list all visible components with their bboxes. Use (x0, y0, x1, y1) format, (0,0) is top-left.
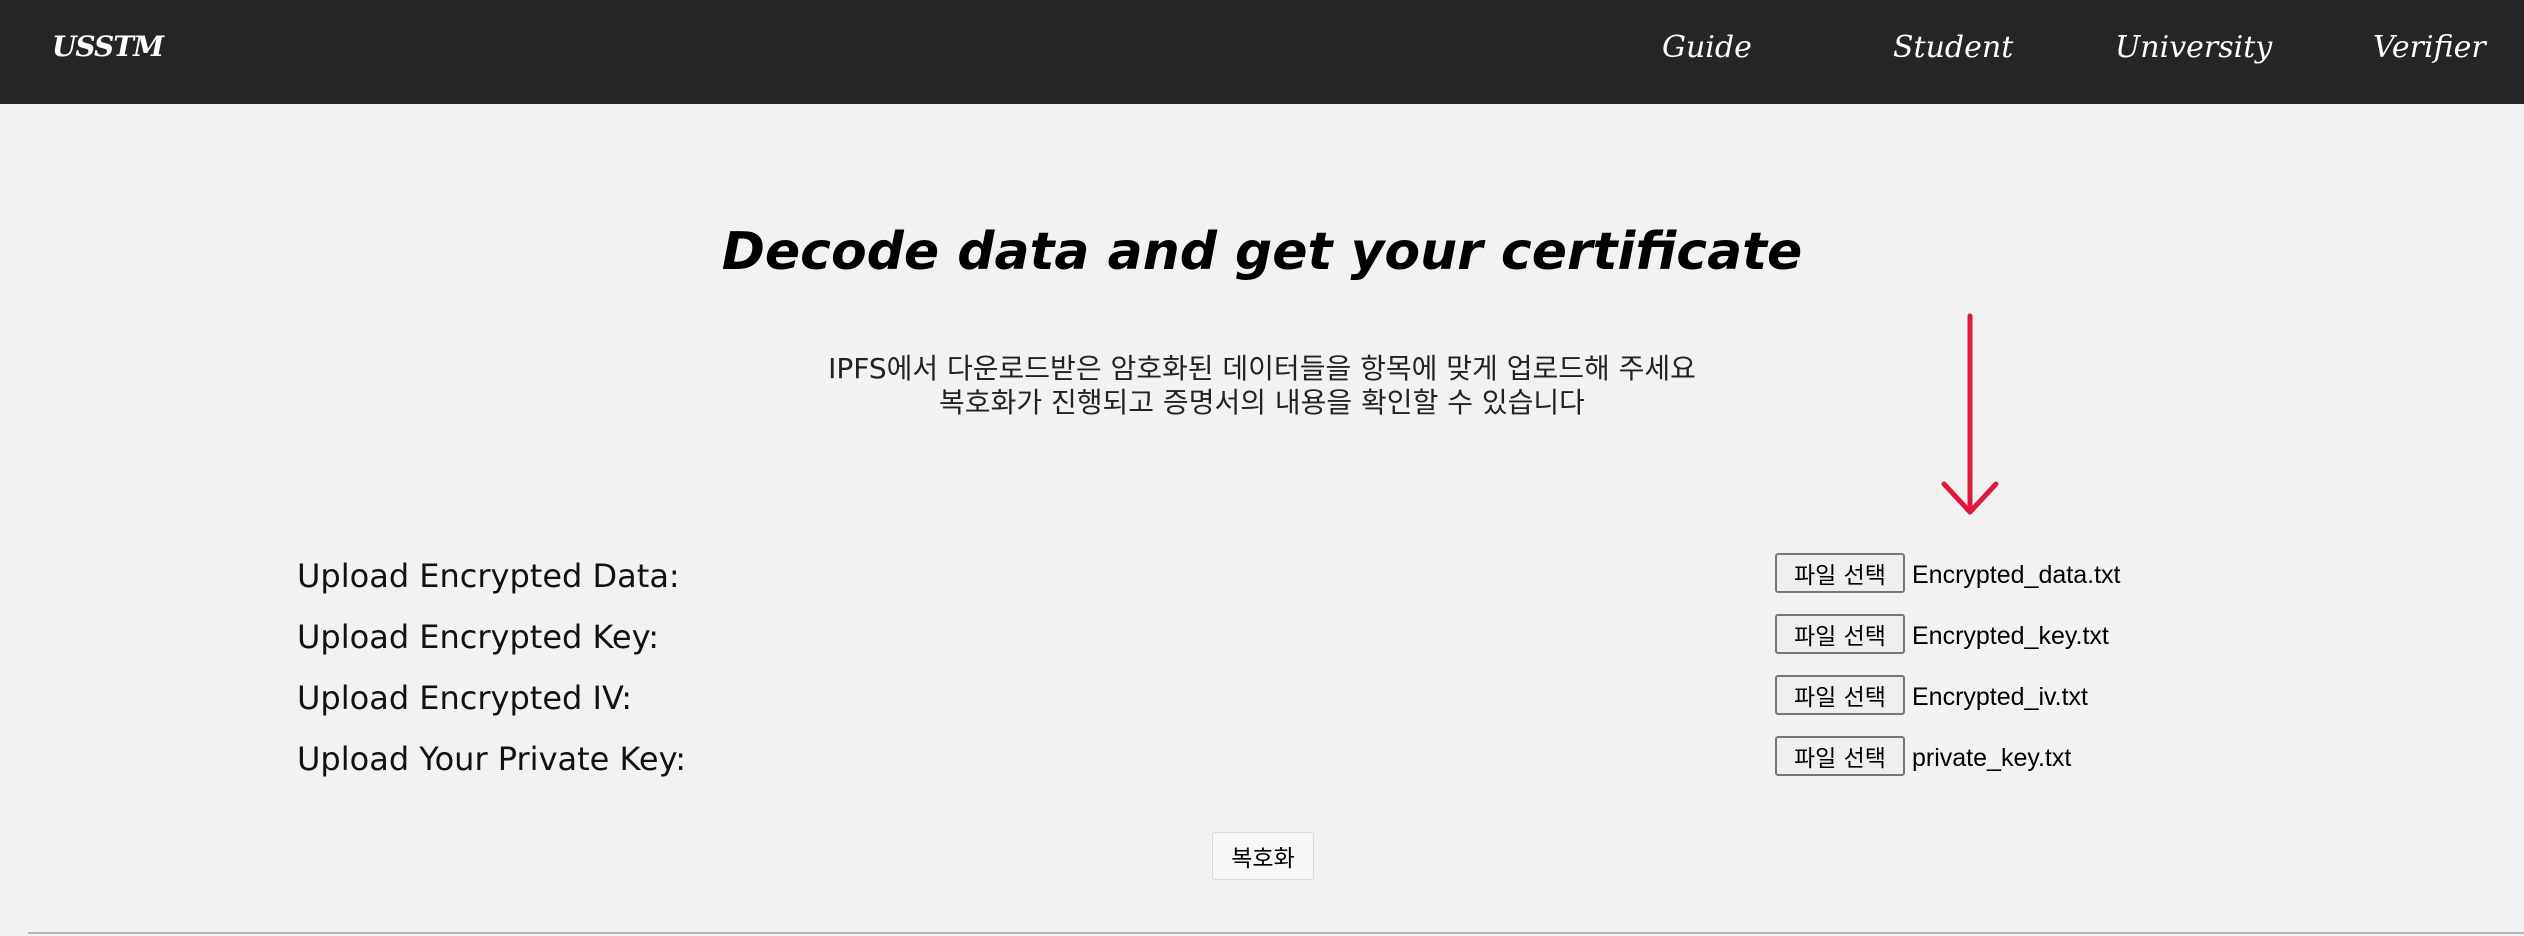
arrow-down-icon (1941, 313, 1999, 515)
upload-row-encrypted-data: Upload Encrypted Data: 파일 선택 Encrypted_d… (0, 553, 2524, 597)
choose-file-button[interactable]: 파일 선택 (1775, 553, 1905, 593)
subtitle-line-1: IPFS에서 다운로드받은 암호화된 데이터들을 항목에 맞게 업로드해 주세요 (828, 352, 1696, 385)
nav-link-guide[interactable]: Guide (1662, 30, 1752, 65)
choose-file-button[interactable]: 파일 선택 (1775, 614, 1905, 654)
upload-label: Upload Encrypted IV: (297, 679, 633, 717)
choose-file-button[interactable]: 파일 선택 (1775, 675, 1905, 715)
selected-file-name: Encrypted_data.txt (1912, 561, 2121, 589)
upload-label: Upload Encrypted Key: (297, 618, 659, 656)
selected-file-name: Encrypted_key.txt (1912, 622, 2109, 650)
upload-label: Upload Your Private Key: (297, 740, 686, 778)
footer-divider (28, 932, 2524, 934)
nav-link-student[interactable]: Student (1893, 30, 2013, 65)
nav-link-verifier[interactable]: Verifier (2373, 30, 2486, 65)
nav-link-university[interactable]: University (2115, 30, 2272, 65)
upload-row-encrypted-key: Upload Encrypted Key: 파일 선택 Encrypted_ke… (0, 614, 2524, 658)
page-title: Decode data and get your certificate (721, 222, 1803, 282)
subtitle-line-2: 복호화가 진행되고 증명서의 내용을 확인할 수 있습니다 (939, 386, 1585, 419)
upload-label: Upload Encrypted Data: (297, 557, 680, 595)
brand-logo[interactable]: USSTM (52, 30, 164, 63)
upload-row-private-key: Upload Your Private Key: 파일 선택 private_k… (0, 736, 2524, 780)
page-subtitle: IPFS에서 다운로드받은 암호화된 데이터들을 항목에 맞게 업로드해 주세요… (0, 352, 2524, 420)
selected-file-name: Encrypted_iv.txt (1912, 683, 2089, 711)
navbar: USSTM Guide Student University Verifier (0, 0, 2524, 104)
selected-file-name: private_key.txt (1912, 744, 2072, 772)
choose-file-button[interactable]: 파일 선택 (1775, 736, 1905, 776)
decrypt-button[interactable]: 복호화 (1212, 832, 1314, 880)
upload-row-encrypted-iv: Upload Encrypted IV: 파일 선택 Encrypted_iv.… (0, 675, 2524, 719)
